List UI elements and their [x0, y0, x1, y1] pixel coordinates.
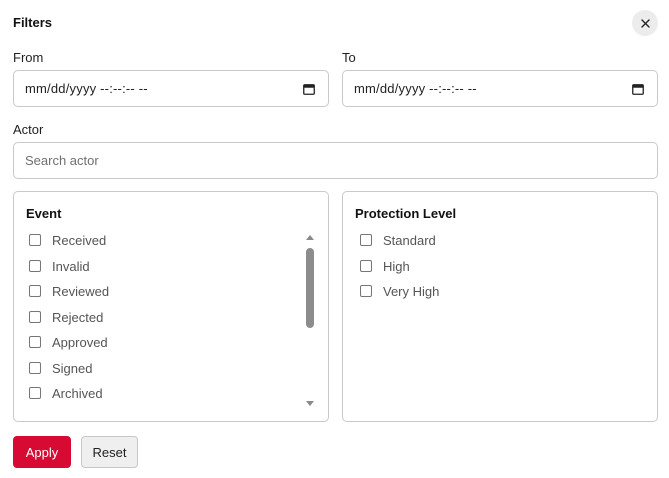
- to-label: To: [342, 50, 356, 65]
- option-label: Rejected: [52, 309, 104, 325]
- option-label: Very High: [383, 283, 440, 299]
- checkbox[interactable]: [29, 285, 41, 297]
- checkbox[interactable]: [29, 260, 41, 272]
- checkbox[interactable]: [360, 234, 372, 246]
- event-scrollbar[interactable]: [303, 232, 317, 408]
- event-option-signed[interactable]: Signed: [29, 359, 92, 377]
- option-label: Received: [52, 232, 107, 248]
- protection-option-very-high[interactable]: Very High: [360, 282, 439, 300]
- from-datetime-input[interactable]: mm/dd/yyyy --:--:-- --: [13, 70, 329, 107]
- event-panel: Event Received Invalid Reviewed Rejected…: [13, 191, 329, 422]
- to-value: mm/dd/yyyy --:--:-- --: [354, 81, 477, 96]
- scroll-down-arrow-icon[interactable]: [306, 401, 314, 406]
- option-label: Reviewed: [52, 283, 110, 299]
- protection-option-high[interactable]: High: [360, 257, 410, 275]
- checkbox[interactable]: [360, 285, 372, 297]
- checkbox[interactable]: [29, 362, 41, 374]
- option-label: Archived: [52, 385, 103, 401]
- calendar-icon[interactable]: [303, 83, 315, 95]
- scroll-up-arrow-icon[interactable]: [306, 235, 314, 240]
- from-value: mm/dd/yyyy --:--:-- --: [25, 81, 148, 96]
- option-label: Standard: [383, 232, 436, 248]
- actor-label: Actor: [13, 122, 44, 137]
- event-option-reviewed[interactable]: Reviewed: [29, 282, 109, 300]
- reset-button[interactable]: Reset: [81, 436, 138, 468]
- option-label: Signed: [52, 360, 93, 376]
- event-title: Event: [26, 206, 62, 221]
- event-option-invalid[interactable]: Invalid: [29, 257, 90, 275]
- option-label: Invalid: [52, 258, 90, 274]
- option-label: High: [383, 258, 410, 274]
- close-icon: [640, 18, 650, 28]
- actor-search-input[interactable]: Search actor: [13, 142, 658, 179]
- apply-button[interactable]: Apply: [13, 436, 71, 468]
- filters-dialog: Filters From mm/dd/yyyy --:--:-- -- To m…: [0, 0, 669, 478]
- checkbox[interactable]: [29, 336, 41, 348]
- option-label: Approved: [52, 334, 108, 350]
- protection-option-standard[interactable]: Standard: [360, 231, 436, 249]
- checkbox[interactable]: [29, 311, 41, 323]
- actor-placeholder: Search actor: [25, 153, 99, 168]
- calendar-icon[interactable]: [632, 83, 644, 95]
- event-option-archived[interactable]: Archived: [29, 384, 103, 402]
- scroll-thumb[interactable]: [306, 248, 314, 328]
- close-button[interactable]: [632, 10, 658, 36]
- protection-level-title: Protection Level: [355, 206, 457, 221]
- event-option-approved[interactable]: Approved: [29, 333, 108, 351]
- event-option-received[interactable]: Received: [29, 231, 106, 249]
- from-label: From: [13, 50, 44, 65]
- event-option-rejected[interactable]: Rejected: [29, 308, 103, 326]
- dialog-title: Filters: [13, 15, 53, 30]
- to-datetime-input[interactable]: mm/dd/yyyy --:--:-- --: [342, 70, 658, 107]
- checkbox[interactable]: [29, 234, 41, 246]
- protection-level-panel: Protection Level Standard High Very High: [342, 191, 658, 422]
- checkbox[interactable]: [360, 260, 372, 272]
- checkbox[interactable]: [29, 387, 41, 399]
